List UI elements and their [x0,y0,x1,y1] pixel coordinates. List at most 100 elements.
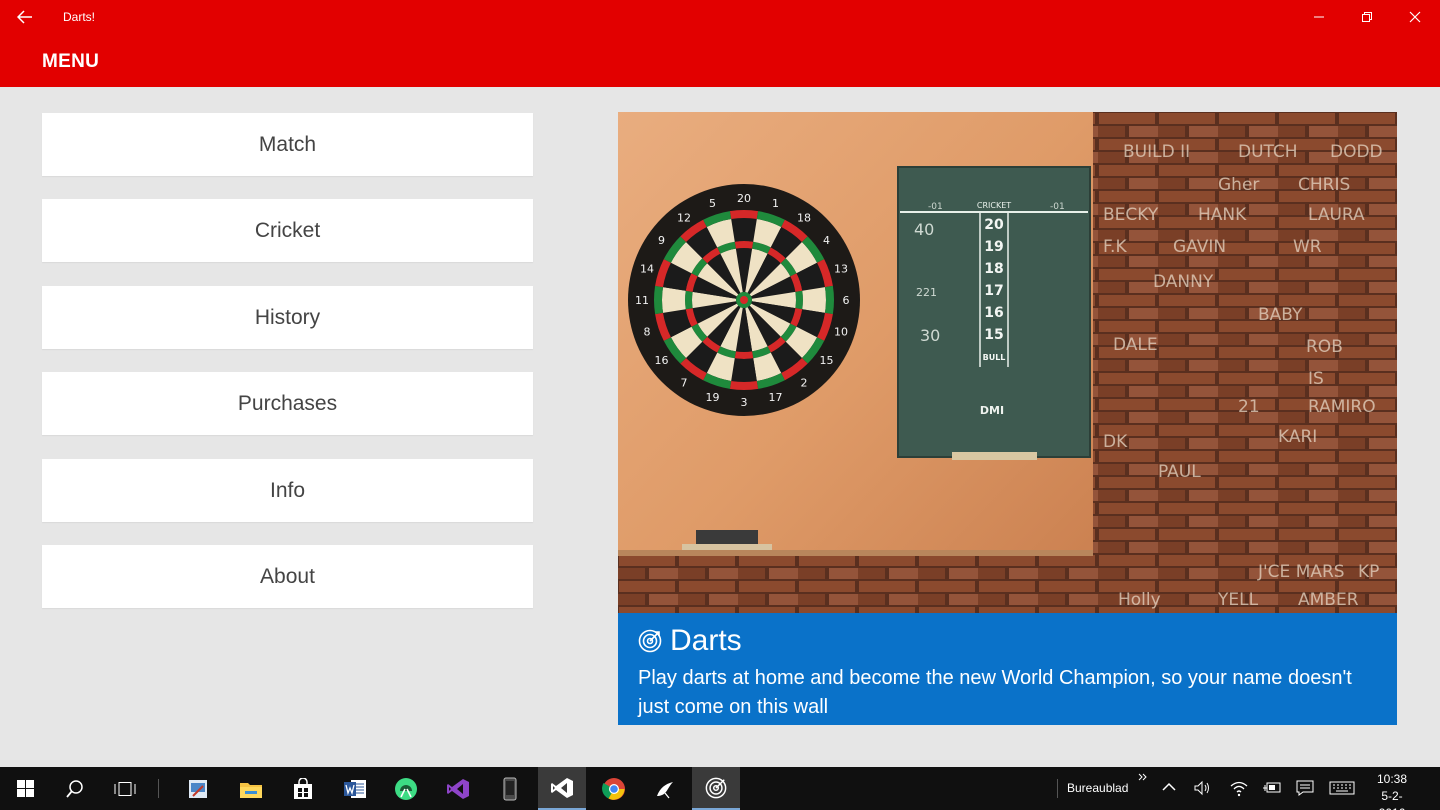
dartboard-segment [824,285,834,315]
chalkboard-number: BULL [983,353,1006,362]
purchases-button[interactable]: Purchases [42,372,533,435]
wall-graffiti-text: J'CE MARS [1257,562,1345,582]
hero-caption: Darts Play darts at home and become the … [618,613,1397,725]
toolbar-expand-icon[interactable] [1138,773,1148,781]
chalkboard-number: 15 [984,327,1003,343]
file-explorer-icon [240,782,262,798]
dartboard-segment [795,290,803,310]
dartboard-number: 10 [834,326,848,339]
dartboard-number: 2 [801,377,808,390]
bird-app-icon [657,781,673,798]
visual-studio-app[interactable] [434,767,482,810]
wifi-icon[interactable] [1230,779,1248,797]
android-sdk-app[interactable] [382,767,430,810]
clock-time: 10:38 [1376,772,1408,786]
chalkboard-header: CRICKET [977,201,1011,210]
wall-graffiti-text: LAURA [1308,205,1365,225]
dartboard-number: 20 [737,192,751,205]
dartboard-number: 3 [741,396,748,409]
chalkboard-number: 18 [984,261,1003,277]
dartboard-segment [731,358,757,382]
hero-panel: CRICKET 20 19 18 17 16 15 BULL -01 -01 4… [618,112,1397,725]
dartboard-segment [654,285,664,315]
dartboard-number: 18 [797,212,811,225]
taskbar-separator [1057,779,1058,798]
chalkboard-number: 17 [984,283,1003,299]
wall-graffiti-text: GAVIN [1173,237,1226,257]
wall-graffiti-text: HANK [1198,205,1247,225]
dartboard-number: 19 [706,391,720,404]
chrome-icon [602,777,625,800]
back-button[interactable] [8,0,42,33]
bullseye [740,296,748,304]
wall-graffiti-text: DANNY [1153,272,1214,292]
chalkboard-score: -01 [928,202,943,212]
start-button[interactable] [1,767,49,810]
match-button[interactable]: Match [42,113,533,176]
hero-description: Play darts at home and become the new Wo… [638,667,1352,718]
hero-title: Darts [670,624,742,657]
minimize-icon [1314,16,1324,17]
wall-graffiti-text: DK [1103,432,1128,452]
chalkboard-score: 30 [920,326,940,345]
dartboard-segment [734,351,754,359]
dartboard-number: 4 [823,234,830,247]
phone-emulator-icon [503,777,517,800]
battery-icon[interactable] [1262,780,1282,796]
search-button[interactable] [51,767,99,810]
page-title: MENU [42,51,100,72]
wall-graffiti-text: CHRIS [1298,175,1350,195]
close-icon [1409,11,1421,22]
history-button[interactable]: History [42,286,533,349]
volume-icon[interactable] [1193,779,1211,797]
dartboard-number: 15 [820,354,834,367]
taskbar-separator [158,779,159,798]
taskbar: Bureaublad 10:38 5-2-2016 [0,767,1440,810]
file-explorer-app[interactable] [227,767,275,810]
snipping-tool-app[interactable] [174,767,222,810]
action-center-icon[interactable] [1296,779,1314,797]
visual-studio-2015-app[interactable] [538,767,586,810]
about-button[interactable]: About [42,545,533,608]
chevron-up-icon[interactable] [1162,782,1176,792]
dartboard-number: 11 [635,294,649,307]
wall-graffiti-text: ROB [1306,337,1343,357]
phone-emulator-app[interactable] [486,767,534,810]
wall-graffiti-text: 21 [1238,397,1260,417]
chalkboard-score: 221 [916,286,937,299]
darts-app[interactable] [692,767,740,810]
target-icon [638,629,662,653]
wall-graffiti-text: KARI [1278,427,1317,447]
window-title: Darts! [63,10,96,24]
system-clock[interactable]: 10:38 5-2-2016 [1372,771,1412,810]
darts-app-icon [705,777,727,798]
info-button[interactable]: Info [42,459,533,522]
page-header: MENU [0,33,1440,87]
desktop-toolbar[interactable]: Bureaublad [1067,781,1128,795]
cricket-button[interactable]: Cricket [42,199,533,262]
dartboard-segment [731,218,757,242]
bird-app[interactable] [641,767,689,810]
dartboard-scene: CRICKET 20 19 18 17 16 15 BULL -01 -01 4… [618,112,1397,613]
wall-graffiti-text: PAUL [1158,462,1201,482]
windows-logo-icon [16,780,34,797]
dartboard-segment [729,210,759,220]
dartboard-segment [734,241,754,249]
dartboard-segment [802,287,826,313]
chalkboard-number: 19 [984,239,1003,255]
minimize-button[interactable] [1296,0,1342,33]
wall-graffiti-text: RAMIRO [1308,397,1376,417]
dartboard-number: 9 [658,234,665,247]
clock-date: 5-2-2016 [1379,789,1406,810]
dartboard-number: 12 [677,212,691,225]
chrome-app[interactable] [590,767,638,810]
store-icon [294,777,312,799]
keyboard-icon[interactable] [1329,781,1355,795]
task-view-button[interactable] [101,767,149,810]
back-arrow-icon [17,9,32,24]
close-button[interactable] [1392,0,1438,33]
restore-button[interactable] [1344,0,1390,33]
chalkboard-number: 20 [984,217,1004,233]
word-app[interactable] [331,767,379,810]
store-app[interactable] [279,767,327,810]
